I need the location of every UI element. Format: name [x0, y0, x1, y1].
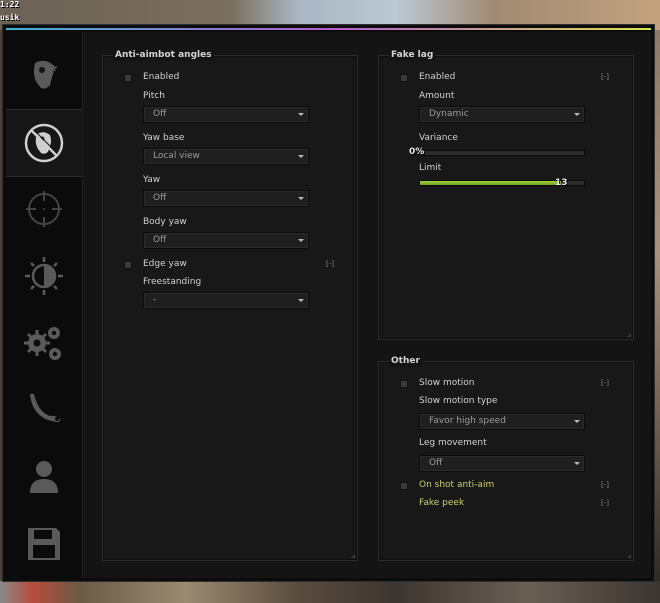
aa-enabled-label: Enabled: [143, 72, 180, 82]
fl-enabled-label: Enabled: [419, 72, 456, 82]
freestanding-value: -: [153, 295, 157, 305]
limit-slider-fill: [420, 181, 562, 185]
anti-aimbot-group: Anti-aimbot angles Enabled Pitch Off Yaw…: [102, 50, 358, 561]
leg-movement-dropdown[interactable]: Off: [419, 455, 585, 472]
limit-label: Limit: [419, 163, 442, 173]
fake-peek-row[interactable]: Fake peek [-]: [379, 497, 633, 509]
amount-label: Amount: [419, 91, 455, 101]
aa-enabled-checkbox[interactable]: [124, 74, 132, 82]
variance-value: 0%: [409, 147, 425, 157]
edge-yaw-hotkey[interactable]: [-]: [326, 258, 334, 270]
anti-aim-icon: [24, 123, 64, 163]
variance-slider[interactable]: [419, 150, 585, 156]
slow-motion-type-dropdown[interactable]: Favor high speed: [419, 413, 585, 430]
yaw-label: Yaw: [143, 175, 161, 185]
background-bottom: [0, 581, 660, 603]
resize-handle[interactable]: [627, 333, 631, 337]
limit-value: 13: [555, 178, 568, 188]
tab-content: Anti-aimbot angles Enabled Pitch Off Yaw…: [82, 32, 651, 578]
on-shot-label: On shot anti-aim: [419, 480, 495, 490]
body-yaw-value: Off: [153, 235, 167, 245]
chevron-down-icon: [298, 113, 304, 116]
variance-label: Variance: [419, 133, 458, 143]
chevron-down-icon: [298, 239, 304, 242]
settings-gears-icon: [24, 327, 61, 360]
pitch-dropdown[interactable]: Off: [143, 106, 309, 123]
chevron-down-icon: [298, 155, 304, 158]
tab-bar: [6, 32, 82, 578]
amount-dropdown[interactable]: Dynamic: [419, 106, 585, 123]
slow-motion-type-value: Favor high speed: [429, 416, 506, 426]
amount-value: Dynamic: [429, 109, 469, 119]
tab-visuals[interactable]: [6, 243, 82, 309]
slow-motion-row[interactable]: Slow motion [-]: [379, 377, 633, 389]
fake-peek-hotkey[interactable]: [-]: [601, 497, 609, 509]
fake-peek-label: Fake peek: [419, 498, 465, 508]
fake-lag-group: Fake lag Enabled [-] Amount Dynamic Vari…: [378, 50, 634, 340]
tab-skins[interactable]: [6, 377, 82, 443]
slow-motion-hotkey[interactable]: [-]: [601, 377, 609, 389]
edge-yaw-label: Edge yaw: [143, 259, 187, 269]
aa-enabled-row[interactable]: Enabled: [103, 71, 357, 83]
slow-motion-type-label: Slow motion type: [419, 396, 498, 406]
yaw-value: Off: [153, 193, 167, 203]
menu-window: Anti-aimbot angles Enabled Pitch Off Yaw…: [2, 24, 655, 582]
save-icon: [28, 528, 60, 560]
knife-icon: [30, 394, 60, 423]
crosshair-icon: [26, 191, 62, 227]
visuals-icon: [25, 257, 63, 295]
edge-yaw-row[interactable]: Edge yaw [-]: [103, 258, 357, 270]
on-shot-row[interactable]: On shot anti-aim [-]: [379, 479, 633, 491]
on-shot-checkbox[interactable]: [400, 482, 408, 490]
yaw-base-value: Local view: [153, 151, 200, 161]
group-title: Other: [389, 356, 422, 367]
chevron-down-icon: [574, 420, 580, 423]
resize-handle[interactable]: [351, 554, 355, 558]
leg-movement-value: Off: [429, 458, 443, 468]
fl-enabled-row[interactable]: Enabled [-]: [379, 71, 633, 83]
tab-players[interactable]: [6, 444, 82, 510]
group-title: Fake lag: [389, 50, 436, 61]
body-yaw-dropdown[interactable]: Off: [143, 232, 309, 249]
chevron-down-icon: [298, 299, 304, 302]
player-icon: [30, 461, 58, 493]
slow-motion-label: Slow motion: [419, 378, 475, 388]
chevron-down-icon: [574, 113, 580, 116]
body-yaw-label: Body yaw: [143, 217, 187, 227]
pitch-label: Pitch: [143, 91, 165, 101]
yaw-dropdown[interactable]: Off: [143, 190, 309, 207]
freestanding-label: Freestanding: [143, 277, 202, 287]
tab-legit[interactable]: [6, 176, 82, 242]
hud-time: 1:22: [0, 0, 20, 9]
tab-misc[interactable]: [6, 310, 82, 376]
tab-rage[interactable]: [6, 42, 82, 108]
accent-gradient-bar: [6, 28, 651, 30]
rage-head-icon: [33, 60, 58, 89]
edge-yaw-checkbox[interactable]: [124, 261, 132, 269]
pitch-value: Off: [153, 109, 167, 119]
tab-anti-aim[interactable]: [6, 109, 82, 177]
freestanding-dropdown[interactable]: -: [143, 292, 309, 309]
chevron-down-icon: [298, 197, 304, 200]
chevron-down-icon: [574, 462, 580, 465]
hud-player-name: usik: [0, 13, 20, 22]
yaw-base-label: Yaw base: [143, 133, 185, 143]
on-shot-hotkey[interactable]: [-]: [601, 479, 609, 491]
yaw-base-dropdown[interactable]: Local view: [143, 148, 309, 165]
fl-enabled-hotkey[interactable]: [-]: [601, 71, 609, 83]
tab-config[interactable]: [6, 511, 82, 577]
group-title: Anti-aimbot angles: [113, 50, 214, 61]
leg-movement-label: Leg movement: [419, 438, 487, 448]
resize-handle[interactable]: [627, 554, 631, 558]
fl-enabled-checkbox[interactable]: [400, 74, 408, 82]
slow-motion-checkbox[interactable]: [400, 380, 408, 388]
other-group: Other Slow motion [-] Slow motion type F…: [378, 356, 634, 561]
